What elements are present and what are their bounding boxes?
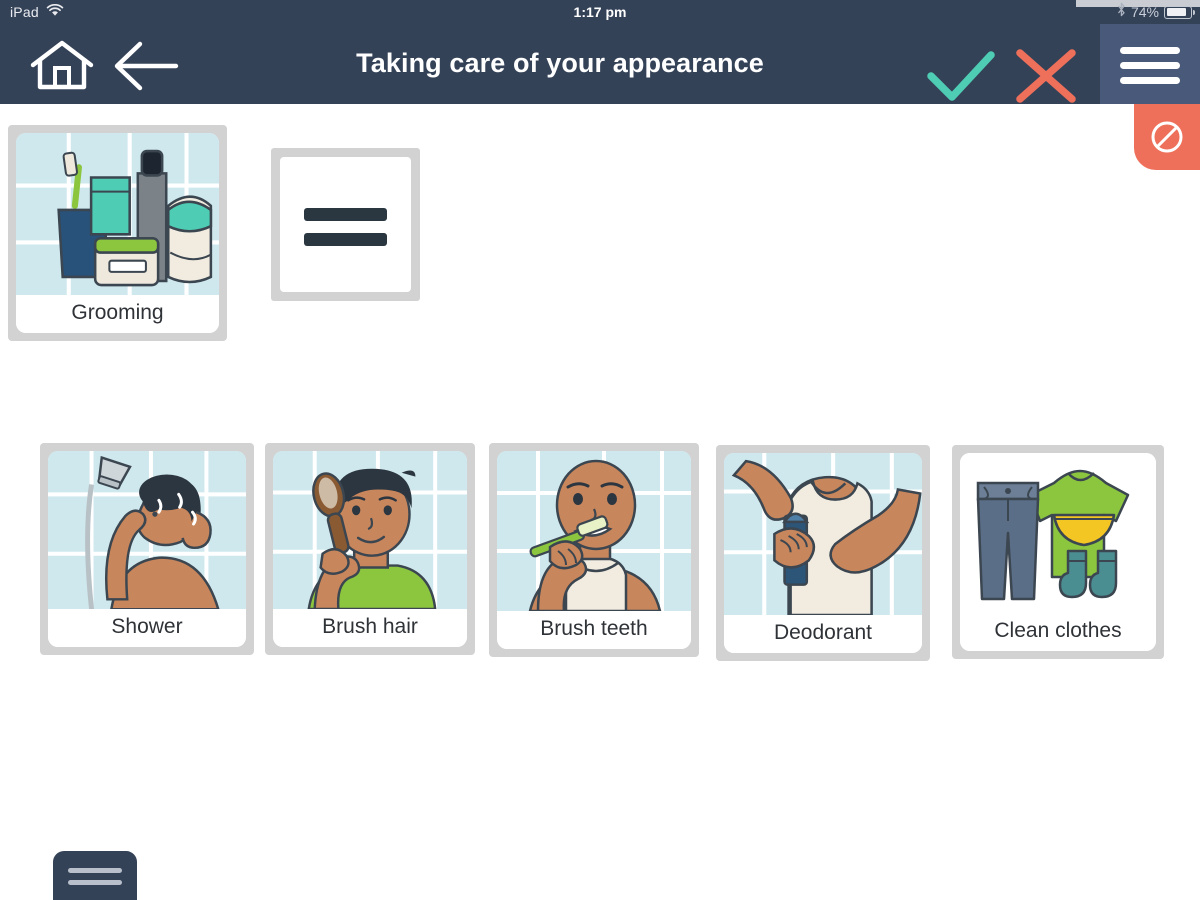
topic-card-label: Grooming (16, 295, 219, 333)
choice-card-label: Deodorant (724, 615, 922, 653)
choice-card-label: Brush teeth (497, 611, 691, 649)
home-icon (30, 40, 94, 90)
card-inner: Grooming (16, 133, 219, 333)
back-arrow-icon (114, 41, 179, 91)
choice-card-deodorant[interactable]: Deodorant (716, 445, 930, 661)
app-root: iPad 1:17 pm 74% Taking care of your app… (0, 0, 1200, 900)
choice-card-brush-teeth[interactable]: Brush teeth (489, 443, 699, 657)
choice-card-brush-hair[interactable]: Brush hair (265, 443, 475, 655)
home-button[interactable] (30, 39, 94, 91)
person-applying-deodorant-image (724, 453, 922, 615)
choice-card-label: Shower (48, 609, 246, 647)
equals-sign-icon (304, 208, 387, 221)
folded-clean-clothes-image (960, 453, 1156, 613)
page-title: Taking care of your appearance (356, 47, 764, 78)
card-inner: Clean clothes (960, 453, 1156, 651)
choice-card-label: Brush hair (273, 609, 467, 647)
person-brushing-teeth-image (497, 451, 691, 611)
equals-card-inner (280, 157, 411, 292)
bluetooth-icon (1117, 0, 1126, 24)
hamburger-menu-button[interactable] (1100, 24, 1200, 104)
battery-percent-label: 74% (1130, 4, 1159, 20)
status-bar-right: 74% (1117, 0, 1195, 24)
card-inner: Brush hair (273, 451, 467, 647)
close-x-icon (1016, 49, 1076, 103)
person-showering-image (48, 451, 246, 609)
equals-handle-icon (68, 868, 122, 873)
equals-card[interactable] (271, 148, 420, 301)
card-inner: Deodorant (724, 453, 922, 653)
choice-card-label: Clean clothes (960, 613, 1156, 651)
header-nav: Taking care of your appearance (0, 24, 1200, 104)
choice-card-shower[interactable]: Shower (40, 443, 254, 655)
grooming-toiletries-image (16, 133, 219, 295)
no-entry-button[interactable] (1134, 104, 1200, 170)
bottom-drawer-handle[interactable] (53, 851, 137, 900)
topic-card-grooming[interactable]: Grooming (8, 125, 227, 341)
hamburger-menu-icon (1120, 47, 1180, 54)
confirm-button[interactable] (925, 46, 997, 106)
card-inner: Shower (48, 451, 246, 647)
cancel-button[interactable] (1010, 46, 1082, 106)
back-button[interactable] (112, 41, 180, 91)
person-brushing-hair-image (273, 451, 467, 609)
card-inner: Brush teeth (497, 451, 691, 649)
status-bar-clock: 1:17 pm (573, 4, 627, 20)
app-header: iPad 1:17 pm 74% Taking care of your app… (0, 0, 1200, 104)
no-entry-icon (1151, 121, 1183, 153)
battery-icon (1164, 5, 1195, 19)
choice-card-clean-clothes[interactable]: Clean clothes (952, 445, 1164, 659)
check-icon (927, 51, 995, 101)
ios-status-bar: iPad 1:17 pm 74% (0, 0, 1200, 24)
